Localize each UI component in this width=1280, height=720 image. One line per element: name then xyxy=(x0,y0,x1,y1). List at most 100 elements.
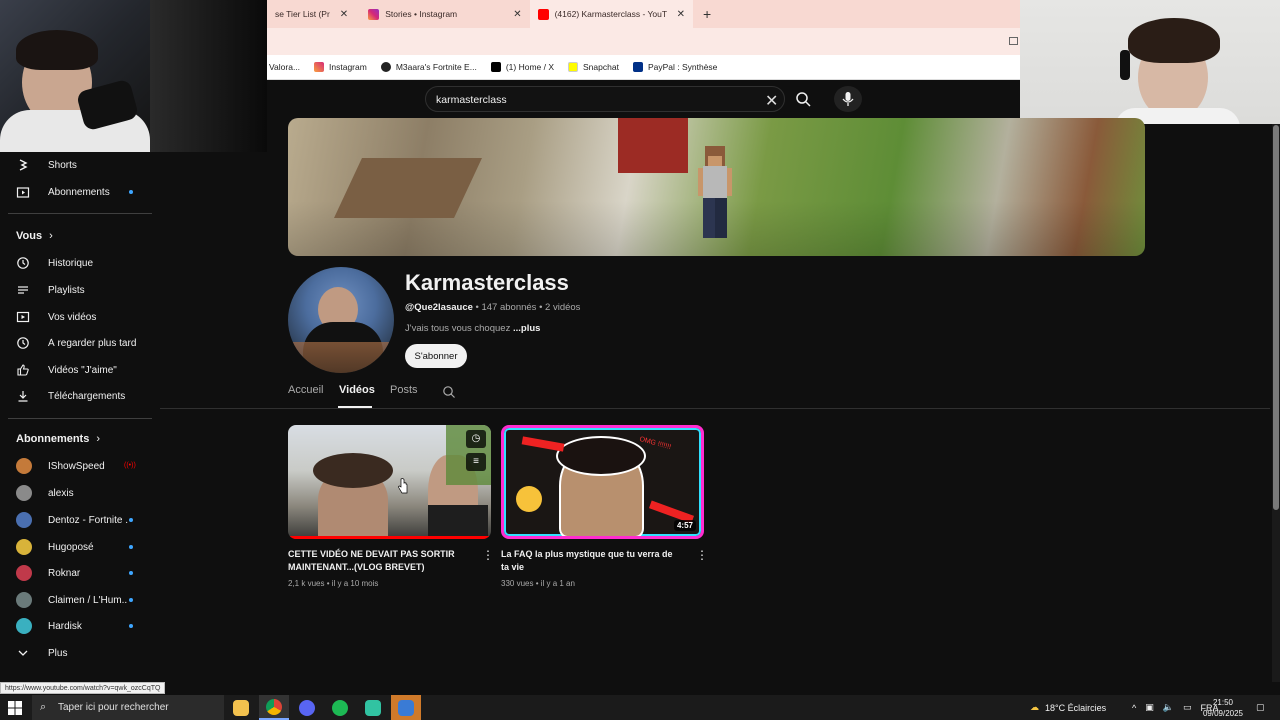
spotify-app[interactable] xyxy=(325,695,355,720)
subscription-channel[interactable]: Hardisk xyxy=(0,613,152,639)
tab-label: Stories • Instagram xyxy=(385,9,458,19)
channel-avatar xyxy=(16,618,32,634)
new-tab-icon[interactable]: + xyxy=(693,6,721,22)
add-to-queue-icon[interactable]: ≡ xyxy=(466,453,486,471)
video-thumbnail[interactable]: OMG !!!!!!! 4:57 xyxy=(501,425,704,539)
video-menu-icon[interactable]: ⋮ xyxy=(696,548,708,562)
bookmarks-bar: Valora... Instagram M3aara's Fortnite E.… xyxy=(267,55,1020,80)
discord-app[interactable] xyxy=(292,695,322,720)
search-button[interactable] xyxy=(787,86,819,112)
hair xyxy=(1128,18,1220,63)
channel-search-icon[interactable] xyxy=(442,385,456,399)
watch-progress-bar xyxy=(288,536,491,539)
bookmark[interactable]: Instagram xyxy=(314,62,367,72)
subscription-channel[interactable]: Roknar xyxy=(0,560,152,586)
bookmark[interactable]: Valora... xyxy=(269,62,300,72)
browser-tab-active[interactable]: (4162) Karmasterclass - YouTub ✕ xyxy=(529,0,693,28)
hair xyxy=(16,30,98,70)
video-title[interactable]: CETTE VIDÉO NE DEVAIT PAS SORTIR MAINTEN… xyxy=(288,548,468,574)
sidebar-item-subscriptions[interactable]: Abonnements xyxy=(0,179,152,205)
sidebar-item-watch-later[interactable]: À regarder plus tard xyxy=(0,330,152,356)
sidebar-item-downloads[interactable]: Téléchargements xyxy=(0,383,152,409)
sidebar-item-history[interactable]: Historique xyxy=(0,250,152,276)
subscriptions-icon xyxy=(16,187,30,198)
channel-stats: • 147 abonnés • 2 vidéos xyxy=(472,302,581,313)
clear-search-icon[interactable]: ✕ xyxy=(765,91,778,111)
subscriptions-heading[interactable]: Abonnements › xyxy=(16,433,100,445)
channel-name: Dentoz - Fortnite ... xyxy=(48,514,128,526)
subscribe-button[interactable]: S'abonner xyxy=(405,344,467,368)
tab-home[interactable]: Accueil xyxy=(288,384,323,396)
chrome-app[interactable] xyxy=(259,695,289,720)
channel-title: Karmasterclass xyxy=(405,270,569,295)
subscription-channel[interactable]: alexis xyxy=(0,480,152,506)
window-icon xyxy=(1009,37,1018,45)
bookmark[interactable]: M3aara's Fortnite E... xyxy=(380,62,477,72)
bookmark[interactable]: (1) Home / X xyxy=(490,62,554,72)
description-text: J'vais tous vous choquez xyxy=(405,323,513,334)
taskbar-search-placeholder: Taper ici pour rechercher xyxy=(58,702,169,713)
mic-icon xyxy=(842,92,854,106)
windows-start-icon[interactable] xyxy=(8,701,22,715)
download-icon xyxy=(18,391,28,402)
sidebar-item-liked-videos[interactable]: Vidéos "J'aime" xyxy=(0,357,152,383)
browser-tab[interactable]: se Tier List (Pr ✕ xyxy=(267,0,356,28)
tab-posts[interactable]: Posts xyxy=(390,384,418,396)
file-explorer-app[interactable] xyxy=(226,695,256,720)
video-title[interactable]: La FAQ la plus mystique que tu verra de … xyxy=(501,548,681,574)
chevron-up-icon[interactable]: ^ xyxy=(1132,703,1136,713)
streamlabs-app[interactable] xyxy=(358,695,388,720)
sidebar-item-label: Abonnements xyxy=(48,186,110,198)
scrollbar-thumb[interactable] xyxy=(1273,125,1279,510)
thumb-hair xyxy=(556,436,646,476)
battery-icon[interactable]: ▭ xyxy=(1183,702,1192,713)
channel-avatar xyxy=(16,592,32,608)
browser-tab[interactable]: Stories • Instagram ✕ xyxy=(356,0,529,28)
channel-avatar[interactable] xyxy=(288,267,394,373)
close-tab-icon[interactable]: ✕ xyxy=(513,9,521,20)
subscription-channel[interactable]: Dentoz - Fortnite ... xyxy=(0,507,152,533)
new-content-dot xyxy=(129,598,133,602)
app-pinned[interactable] xyxy=(391,695,421,720)
channel-avatar xyxy=(16,485,32,501)
video-meta: 330 vues • il y a 1 an xyxy=(501,579,575,588)
bookmark[interactable]: Snapchat xyxy=(568,62,619,72)
network-icon[interactable]: ▣ xyxy=(1145,702,1154,713)
video-thumbnail[interactable]: ◷ ≡ xyxy=(288,425,491,539)
headphones xyxy=(1120,50,1130,80)
instagram-icon xyxy=(368,8,380,20)
sidebar: Shorts Abonnements Vous › Historique Pla… xyxy=(0,152,160,682)
address-bar[interactable] xyxy=(267,28,1020,55)
thumbs-up-icon xyxy=(17,364,29,376)
volume-icon[interactable]: 🔈 xyxy=(1163,702,1174,713)
voice-search-button[interactable] xyxy=(834,86,862,112)
channel-name: IShowSpeed xyxy=(48,460,105,472)
taskbar-clock[interactable]: 21:50 09/09/2025 xyxy=(1198,697,1248,719)
sidebar-item-shorts[interactable]: Shorts xyxy=(0,152,152,178)
watch-later-icon[interactable]: ◷ xyxy=(466,430,486,448)
description-more-link[interactable]: ...plus xyxy=(513,323,540,334)
subscription-channel[interactable]: Claimen / L'Hum... xyxy=(0,587,152,613)
channel-name: alexis xyxy=(48,487,74,499)
bookmark[interactable]: PayPal : Synthèse xyxy=(632,62,717,72)
worried-emoji-icon xyxy=(516,486,542,512)
sidebar-item-playlists[interactable]: Playlists xyxy=(0,277,152,303)
you-heading[interactable]: Vous › xyxy=(16,230,53,242)
channel-description[interactable]: J'vais tous vous choquez ...plus xyxy=(405,323,540,334)
subscription-channel[interactable]: Hugoposé xyxy=(0,534,152,560)
close-tab-icon[interactable]: ✕ xyxy=(677,9,685,20)
notifications-icon[interactable]: ▢ xyxy=(1256,695,1265,720)
search-input[interactable]: karmasterclass xyxy=(436,94,507,106)
video-menu-icon[interactable]: ⋮ xyxy=(482,548,494,562)
banner-bench xyxy=(334,158,482,218)
sidebar-item-label: Plus xyxy=(48,647,68,659)
search-bar[interactable]: karmasterclass ✕ xyxy=(425,86,785,112)
sidebar-show-more[interactable]: Plus xyxy=(0,640,152,666)
sidebar-item-your-videos[interactable]: Vos vidéos xyxy=(0,304,152,330)
weather-widget[interactable]: ☁ 18°C Éclaircies xyxy=(1030,695,1106,720)
tab-videos[interactable]: Vidéos xyxy=(339,384,375,396)
subscription-channel[interactable]: IShowSpeed ((•)) xyxy=(0,453,152,479)
sidebar-item-label: Playlists xyxy=(48,284,85,296)
taskbar-search[interactable]: ⌕ Taper ici pour rechercher xyxy=(32,695,224,720)
close-tab-icon[interactable]: ✕ xyxy=(340,9,348,20)
